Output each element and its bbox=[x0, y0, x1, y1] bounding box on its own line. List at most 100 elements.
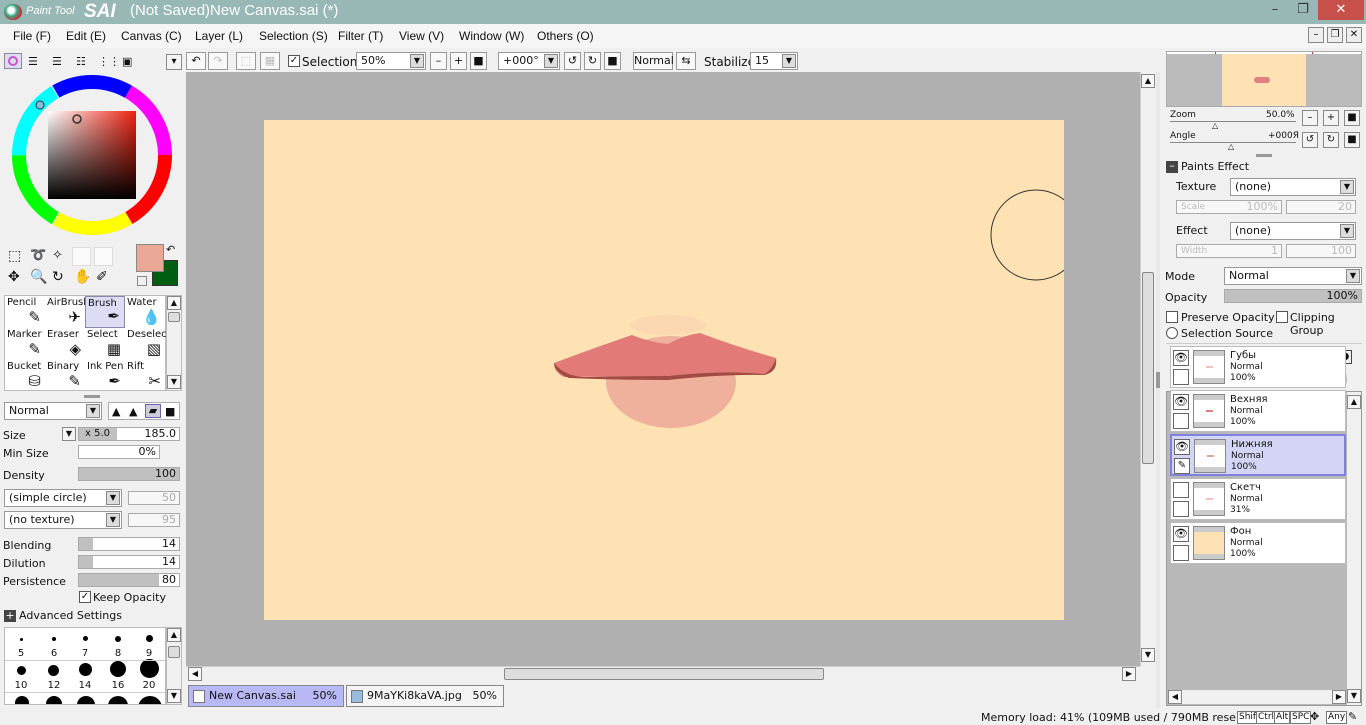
tool-bucket[interactable]: Bucket ⛁ bbox=[5, 360, 45, 392]
hsv-slider-mode-icon[interactable]: ☰ bbox=[52, 55, 62, 68]
tool-eraser[interactable]: Eraser ◈ bbox=[45, 328, 85, 360]
zoom-out-button[interactable]: – bbox=[430, 52, 447, 70]
rotate-left-button[interactable]: ↺ bbox=[564, 52, 581, 70]
vertical-scroll-thumb[interactable] bbox=[1142, 272, 1154, 464]
transparent-color-icon[interactable] bbox=[137, 276, 147, 286]
eye-icon[interactable]: 👁 bbox=[1173, 526, 1189, 542]
menu-selection[interactable]: Selection (S) bbox=[259, 29, 328, 43]
rgb-slider-mode-icon[interactable]: ☰ bbox=[28, 55, 38, 68]
effect-strength-field[interactable]: 100 bbox=[1286, 244, 1356, 258]
scroll-down-icon[interactable]: ▼ bbox=[1347, 689, 1361, 703]
shape-soft-icon[interactable]: ▲ bbox=[129, 405, 137, 418]
dilution-slider[interactable]: 14 bbox=[78, 555, 180, 569]
nav-rotate-right-button[interactable]: ↻ bbox=[1323, 132, 1339, 148]
horizontal-scroll-thumb[interactable] bbox=[504, 668, 824, 680]
minimize-button[interactable]: – bbox=[1262, 0, 1288, 20]
advanced-settings-expand-icon[interactable]: + bbox=[4, 610, 16, 622]
edit-pen-icon[interactable]: ✎ bbox=[1174, 458, 1190, 474]
edit-pen-icon[interactable] bbox=[1173, 501, 1189, 517]
nav-rotate-reset-button[interactable]: ■ bbox=[1344, 132, 1360, 148]
texture-strength-field[interactable]: 20 bbox=[1286, 200, 1356, 214]
tool-rift[interactable]: Rift ✂ bbox=[125, 360, 165, 392]
edit-pen-icon[interactable] bbox=[1173, 369, 1189, 385]
preserve-opacity-checkbox[interactable] bbox=[1166, 311, 1178, 323]
size-multiplier-icon[interactable]: ▼ bbox=[62, 427, 76, 441]
scroll-up-icon[interactable]: ▲ bbox=[1141, 74, 1155, 88]
persistence-slider[interactable]: 80 bbox=[78, 573, 180, 587]
menu-edit[interactable]: Edit (E) bbox=[66, 29, 106, 43]
angle-select[interactable]: +000° ▼ bbox=[498, 52, 560, 70]
redo-button[interactable]: ↷ bbox=[208, 52, 228, 70]
close-button[interactable]: ✕ bbox=[1318, 0, 1364, 20]
color-panel-menu-icon[interactable]: ▾ bbox=[166, 54, 182, 70]
tool-water[interactable]: Water 💧 bbox=[125, 296, 165, 328]
min-size-slider[interactable]: 0% bbox=[78, 445, 160, 459]
rotate-reset-button[interactable]: ■ bbox=[604, 52, 621, 70]
ctrl-key-indicator[interactable]: Ctrl bbox=[1256, 711, 1277, 724]
menu-others[interactable]: Others (O) bbox=[537, 29, 594, 43]
scroll-right-icon[interactable]: ▶ bbox=[1332, 690, 1346, 704]
view-mode-button[interactable]: Normal bbox=[633, 52, 674, 70]
selection-source-radio[interactable] bbox=[1166, 327, 1178, 339]
canvas-vertical-scrollbar[interactable]: ▲ ▼ bbox=[1140, 72, 1156, 666]
layer-row[interactable]: 👁 ✎ Нижняя Normal 100% bbox=[1170, 434, 1346, 476]
brush-dot-12[interactable] bbox=[48, 665, 59, 676]
layer-row[interactable]: 👁 Губы Normal 100% bbox=[1170, 346, 1346, 388]
eye-icon[interactable]: 👁 bbox=[1174, 439, 1190, 455]
keep-opacity-checkbox[interactable]: ✓ bbox=[79, 591, 91, 603]
scroll-up-icon[interactable]: ▲ bbox=[167, 296, 181, 310]
tool-marker[interactable]: Marker ✎ bbox=[5, 328, 45, 360]
brush-dot-14[interactable] bbox=[79, 663, 92, 676]
edit-pen-icon[interactable] bbox=[1173, 413, 1189, 429]
scroll-left-icon[interactable]: ◀ bbox=[188, 667, 202, 681]
effect-width-slider[interactable]: Width 1 bbox=[1176, 244, 1282, 258]
invert-selection-button[interactable]: ▦ bbox=[260, 52, 280, 70]
rotate-right-button[interactable]: ↻ bbox=[584, 52, 601, 70]
navigator-preview[interactable] bbox=[1166, 51, 1362, 107]
color-wheel-mode-icon[interactable] bbox=[4, 53, 22, 69]
zoom-reset-button[interactable]: ■ bbox=[470, 52, 487, 70]
scroll-up-icon[interactable]: ▲ bbox=[167, 628, 181, 642]
menu-view[interactable]: View (V) bbox=[399, 29, 444, 43]
blending-slider[interactable]: 14 bbox=[78, 537, 180, 551]
hand-icon[interactable]: ✋ bbox=[74, 269, 91, 285]
shape-flat-icon[interactable]: ▰ bbox=[145, 404, 161, 418]
paints-effect-header[interactable]: Paints Effect bbox=[1181, 160, 1249, 173]
layer-row[interactable]: 👁 Вехняя Normal 100% bbox=[1170, 390, 1346, 432]
tab-new-canvas[interactable]: New Canvas.sai 50% bbox=[188, 685, 344, 707]
brush-presets-scrollbar[interactable]: ▲ ▼ bbox=[166, 627, 182, 705]
move-icon[interactable]: ✥ bbox=[8, 269, 20, 285]
scroll-down-icon[interactable]: ▼ bbox=[1141, 648, 1155, 662]
tool-brush[interactable]: Brush ✒ bbox=[85, 296, 125, 328]
magic-wand-icon[interactable]: ✧ bbox=[52, 248, 63, 263]
brush-dot-7[interactable] bbox=[83, 636, 88, 641]
brush-dot-8[interactable] bbox=[115, 636, 121, 642]
tool-deselect[interactable]: Deselect ▧ bbox=[125, 328, 171, 360]
primary-color-swatch[interactable] bbox=[136, 244, 164, 272]
lasso-icon[interactable]: ➰ bbox=[30, 248, 46, 263]
zoom-slider[interactable] bbox=[1170, 121, 1296, 122]
scroll-down-icon[interactable]: ▼ bbox=[167, 689, 181, 703]
scratchpad-mode-icon[interactable]: ⋮⋮ bbox=[98, 55, 120, 68]
doc-minimize-button[interactable]: – bbox=[1308, 27, 1324, 43]
zoom-in-button[interactable]: + bbox=[450, 52, 467, 70]
doc-restore-button[interactable]: ❐ bbox=[1327, 27, 1343, 43]
edit-pen-icon[interactable] bbox=[1173, 545, 1189, 561]
shape-strength-slider[interactable]: 50 bbox=[128, 491, 180, 505]
brush-dot-5[interactable] bbox=[20, 638, 23, 641]
rect-select-icon[interactable]: ⬚ bbox=[8, 248, 21, 264]
swap-colors-icon[interactable]: ↶ bbox=[166, 243, 175, 256]
scroll-down-icon[interactable]: ▼ bbox=[167, 375, 181, 389]
scroll-right-icon[interactable]: ▶ bbox=[1122, 667, 1136, 681]
nav-rotate-left-button[interactable]: ↺ bbox=[1302, 132, 1318, 148]
layer-row[interactable]: 👁 Фон Normal 100% bbox=[1170, 522, 1346, 564]
density-slider[interactable]: 100 bbox=[78, 467, 180, 481]
brush-dot-9[interactable] bbox=[146, 635, 153, 642]
size-slider[interactable]: x 5.0 185.0 bbox=[78, 427, 180, 441]
brush-dot-6[interactable] bbox=[52, 637, 56, 641]
tool-binary[interactable]: Binary ✎ bbox=[45, 360, 85, 392]
menu-layer[interactable]: Layer (L) bbox=[195, 29, 243, 43]
layer-list-scrollbar[interactable]: ▲ ▼ bbox=[1347, 392, 1361, 705]
any-key-indicator[interactable]: Any bbox=[1326, 711, 1348, 724]
tool-ink-pen[interactable]: Ink Pen ✒ bbox=[85, 360, 125, 392]
